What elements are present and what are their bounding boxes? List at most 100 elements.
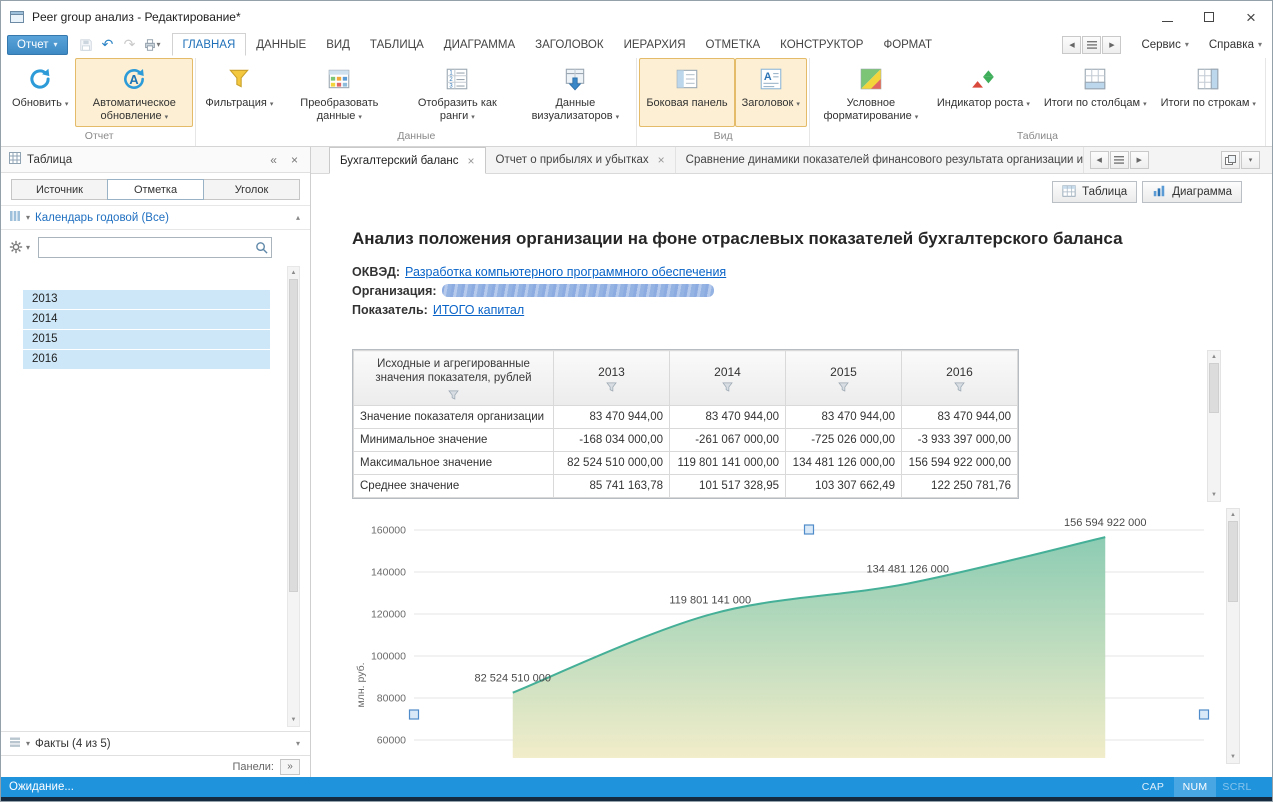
ribbon-tab-table[interactable]: ТАБЛИЦА bbox=[360, 33, 434, 56]
doc-tab-comparison[interactable]: Сравнение динамики показателей финансово… bbox=[676, 147, 1084, 173]
report-menu-button[interactable]: Отчет▾ bbox=[7, 35, 68, 55]
chart-selection-handle-top-center[interactable] bbox=[805, 525, 814, 534]
expand-section-icon[interactable]: ▾ bbox=[294, 739, 302, 748]
report-scrollbar[interactable]: ▲ ▼ bbox=[1226, 508, 1240, 764]
indicator-link[interactable]: ИТОГО капитал bbox=[433, 303, 524, 317]
list-item-2015[interactable]: 2015 bbox=[23, 330, 270, 349]
ribbon-tab-selection[interactable]: ОТМЕТКА bbox=[696, 33, 771, 56]
ribbon-tab-constructor[interactable]: КОНСТРУКТОР bbox=[770, 33, 873, 56]
growth-indicator-button[interactable]: Индикатор роста▾ bbox=[930, 58, 1037, 127]
doc-tab-balance[interactable]: Бухгалтерский баланс × bbox=[329, 147, 486, 174]
close-button[interactable]: × bbox=[1230, 1, 1272, 33]
service-menu[interactable]: Сервис▾ bbox=[1141, 39, 1188, 51]
scroll-down-icon[interactable]: ▼ bbox=[288, 714, 299, 726]
svg-text:140000: 140000 bbox=[371, 567, 406, 579]
filter-funnel-icon[interactable] bbox=[354, 390, 553, 400]
refresh-button[interactable]: Обновить▾ bbox=[5, 58, 75, 127]
chart-selection-handle-middle-right[interactable] bbox=[1200, 710, 1209, 719]
close-tab-icon[interactable]: × bbox=[468, 154, 475, 168]
ribbon-tab-data[interactable]: ДАННЫЕ bbox=[246, 33, 316, 56]
transform-data-button[interactable]: Преобразовать данные▾ bbox=[280, 58, 398, 127]
scroll-down-icon[interactable]: ▼ bbox=[1208, 489, 1220, 501]
scroll-up-icon[interactable]: ▲ bbox=[288, 267, 299, 279]
collapse-panel-icon[interactable]: « bbox=[266, 153, 281, 167]
maximize-button[interactable] bbox=[1188, 1, 1230, 33]
side-panel-button[interactable]: Боковая панель bbox=[639, 58, 734, 127]
table-scrollbar[interactable]: ▲ ▼ bbox=[1207, 350, 1221, 502]
list-item-2016[interactable]: 2016 bbox=[23, 350, 270, 369]
ribbon-tab-header[interactable]: ЗАГОЛОВОК bbox=[525, 33, 613, 56]
chart-selection-handle-middle-left[interactable] bbox=[410, 710, 419, 719]
ribbon-tab-format[interactable]: ФОРМАТ bbox=[873, 33, 942, 56]
sidebar-scrollbar[interactable]: ▲ ▼ bbox=[287, 266, 300, 727]
transform-data-icon bbox=[326, 63, 352, 95]
indicator-label: Показатель: bbox=[352, 303, 428, 317]
filter-funnel-icon[interactable] bbox=[786, 382, 901, 392]
visualizer-data-button[interactable]: Данные визуализаторов▾ bbox=[516, 58, 634, 127]
pivot-table-wrap: Исходные и агрегированные значения показ… bbox=[352, 349, 1019, 499]
save-icon[interactable] bbox=[76, 35, 96, 55]
layout-menu-caret-icon[interactable]: ▾ bbox=[1241, 151, 1260, 169]
ribbon-tab-chart[interactable]: ДИАГРАММА bbox=[434, 33, 525, 56]
member-list: 2013 2014 2015 2016 ▲ ▼ bbox=[1, 264, 310, 731]
ribbon-group-table: Условное форматирование▾ Индикатор роста… bbox=[810, 58, 1266, 146]
scroll-up-icon[interactable]: ▲ bbox=[1208, 351, 1220, 363]
sidebar-tabs: Источник Отметка Уголок bbox=[1, 173, 310, 205]
dimension-header[interactable]: ▾ Календарь годовой (Все) ▴ bbox=[1, 205, 310, 230]
ribbon-tab-main[interactable]: ГЛАВНАЯ bbox=[172, 33, 247, 56]
search-icon[interactable] bbox=[255, 241, 268, 257]
chevron-down-icon: ▾ bbox=[1026, 101, 1030, 108]
redo-icon[interactable]: ↷ bbox=[120, 35, 140, 55]
sidebar-tab-source[interactable]: Источник bbox=[11, 179, 108, 200]
sidebar-tab-corner[interactable]: Уголок bbox=[203, 179, 300, 200]
minimize-button[interactable] bbox=[1146, 1, 1188, 33]
okved-link[interactable]: Разработка компьютерного программного об… bbox=[405, 265, 726, 279]
ribbon-tab-hierarchy[interactable]: ИЕРАРХИЯ bbox=[614, 33, 696, 56]
tab-scroll-right-icon[interactable]: ▶ bbox=[1130, 151, 1149, 169]
nav-right-icon[interactable]: ▶ bbox=[1102, 36, 1121, 54]
filter-button[interactable]: Фильтрация▾ bbox=[198, 58, 280, 127]
filter-funnel-icon[interactable] bbox=[670, 382, 785, 392]
area-chart[interactable]: 600008000010000012000014000016000082 524… bbox=[352, 510, 1220, 772]
chart-view-button[interactable]: Диаграмма bbox=[1142, 181, 1242, 203]
panels-expand-icon[interactable]: » bbox=[280, 759, 300, 775]
ribbon-tab-view[interactable]: ВИД bbox=[316, 33, 360, 56]
doc-tab-profit-loss[interactable]: Отчет о прибылях и убытках × bbox=[486, 147, 676, 173]
nav-list-icon[interactable] bbox=[1082, 36, 1101, 54]
filter-funnel-icon[interactable] bbox=[554, 382, 669, 392]
scrollbar-thumb[interactable] bbox=[289, 279, 298, 592]
layout-stack-icon[interactable] bbox=[1221, 151, 1240, 169]
chevron-down-icon: ▾ bbox=[165, 114, 169, 121]
conditional-formatting-button[interactable]: Условное форматирование▾ bbox=[812, 58, 930, 127]
scroll-up-icon[interactable]: ▲ bbox=[1227, 509, 1239, 521]
filter-funnel-icon[interactable] bbox=[902, 382, 1017, 392]
table-view-button[interactable]: Таблица bbox=[1052, 181, 1137, 203]
chevron-down-icon: ▾ bbox=[26, 739, 30, 748]
tab-scroll-left-icon[interactable]: ◀ bbox=[1090, 151, 1109, 169]
settings-gear-button[interactable]: ▾ bbox=[9, 240, 30, 254]
print-icon[interactable]: ▾ bbox=[142, 35, 162, 55]
close-panel-icon[interactable]: × bbox=[287, 153, 302, 167]
nav-left-icon[interactable]: ◀ bbox=[1062, 36, 1081, 54]
list-item-2014[interactable]: 2014 bbox=[23, 310, 270, 329]
scrollbar-thumb[interactable] bbox=[1228, 521, 1238, 602]
scrollbar-thumb[interactable] bbox=[1209, 363, 1219, 413]
list-item-2013[interactable]: 2013 bbox=[23, 290, 270, 309]
column-totals-button[interactable]: Итоги по столбцам▾ bbox=[1037, 58, 1154, 127]
scroll-lock-indicator: SCRL bbox=[1216, 777, 1258, 797]
collapse-section-icon[interactable]: ▴ bbox=[294, 213, 302, 222]
auto-refresh-button[interactable]: A Автоматическое обновление▾ bbox=[75, 58, 193, 127]
scroll-down-icon[interactable]: ▼ bbox=[1227, 751, 1239, 763]
visualizer-data-icon bbox=[562, 63, 588, 95]
sidebar-tab-selection[interactable]: Отметка bbox=[107, 179, 204, 200]
show-as-ranks-button[interactable]: 123 Отобразить как ранги▾ bbox=[398, 58, 516, 127]
member-search-input[interactable] bbox=[38, 237, 272, 258]
undo-icon[interactable]: ↶ bbox=[98, 35, 118, 55]
close-tab-icon[interactable]: × bbox=[658, 153, 665, 167]
facts-section-header[interactable]: ▾ Факты (4 из 5) ▾ bbox=[1, 731, 310, 755]
tab-list-icon[interactable] bbox=[1110, 151, 1129, 169]
help-menu[interactable]: Справка▾ bbox=[1209, 39, 1262, 51]
row-totals-button[interactable]: Итоги по строкам▾ bbox=[1154, 58, 1263, 127]
header-button[interactable]: A Заголовок▾ bbox=[735, 58, 807, 127]
menu-bar: Отчет▾ ↶ ↷ ▾ ГЛАВНАЯ ДАННЫЕ ВИД ТАБЛИЦА … bbox=[1, 33, 1272, 56]
